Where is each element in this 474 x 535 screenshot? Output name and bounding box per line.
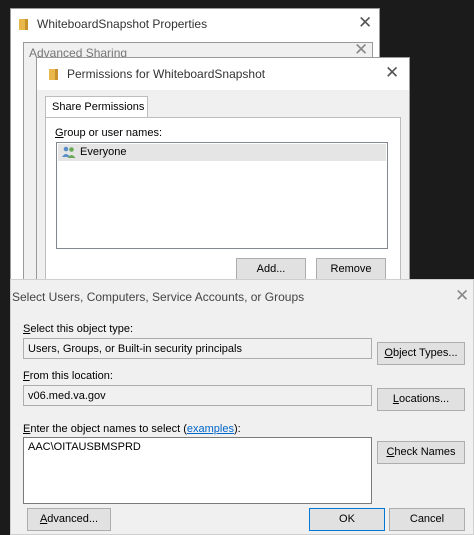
object-names-label: Enter the object names to select (exampl… bbox=[23, 423, 241, 435]
users-group-icon bbox=[62, 146, 76, 158]
permissions-titlebar: Permissions for WhiteboardSnapshot ✕ bbox=[37, 58, 409, 90]
permissions-title: Permissions for WhiteboardSnapshot bbox=[67, 67, 266, 81]
tab-share-permissions[interactable]: Share Permissions bbox=[45, 96, 148, 118]
permissions-dialog: Permissions for WhiteboardSnapshot ✕ Sha… bbox=[36, 57, 410, 287]
locations-button[interactable]: Locations... bbox=[377, 388, 465, 411]
group-names-label: Group or user names: bbox=[55, 127, 162, 139]
select-titlebar: Select Users, Computers, Service Account… bbox=[11, 280, 473, 310]
select-dialog-title: Select Users, Computers, Service Account… bbox=[12, 290, 305, 304]
cancel-button[interactable]: Cancel bbox=[389, 508, 465, 531]
select-users-dialog: Select Users, Computers, Service Account… bbox=[10, 279, 474, 535]
tab-share-permissions-label: Share Permissions bbox=[52, 101, 145, 113]
properties-close-icon[interactable]: ✕ bbox=[358, 13, 372, 33]
group-user-list[interactable]: Everyone bbox=[56, 142, 388, 249]
tab-panel: Group or user names: Everyone Add... Rem… bbox=[45, 117, 401, 285]
add-button[interactable]: Add... bbox=[236, 258, 306, 281]
location-label: From this location: bbox=[23, 370, 113, 382]
list-item[interactable]: Everyone bbox=[58, 144, 386, 161]
advanced-button[interactable]: Advanced... bbox=[27, 508, 111, 531]
ok-button[interactable]: OK bbox=[309, 508, 385, 531]
permissions-close-icon[interactable]: ✕ bbox=[385, 63, 399, 83]
select-close-icon[interactable]: ✕ bbox=[455, 286, 469, 306]
properties-titlebar: WhiteboardSnapshot Properties ✕ bbox=[11, 9, 379, 39]
object-names-input[interactable] bbox=[23, 437, 372, 504]
folder-icon bbox=[49, 69, 58, 80]
object-types-button[interactable]: Object Types... bbox=[377, 342, 465, 365]
list-item-label: Everyone bbox=[80, 146, 127, 158]
check-names-button[interactable]: Check Names bbox=[377, 441, 465, 464]
properties-title: WhiteboardSnapshot Properties bbox=[37, 17, 208, 31]
folder-icon bbox=[19, 19, 28, 30]
examples-link[interactable]: examples bbox=[187, 423, 234, 435]
object-type-label: Select this object type: bbox=[23, 323, 134, 335]
remove-button[interactable]: Remove bbox=[316, 258, 386, 281]
object-type-field: Users, Groups, or Built-in security prin… bbox=[23, 338, 372, 359]
location-field: v06.med.va.gov bbox=[23, 385, 372, 406]
